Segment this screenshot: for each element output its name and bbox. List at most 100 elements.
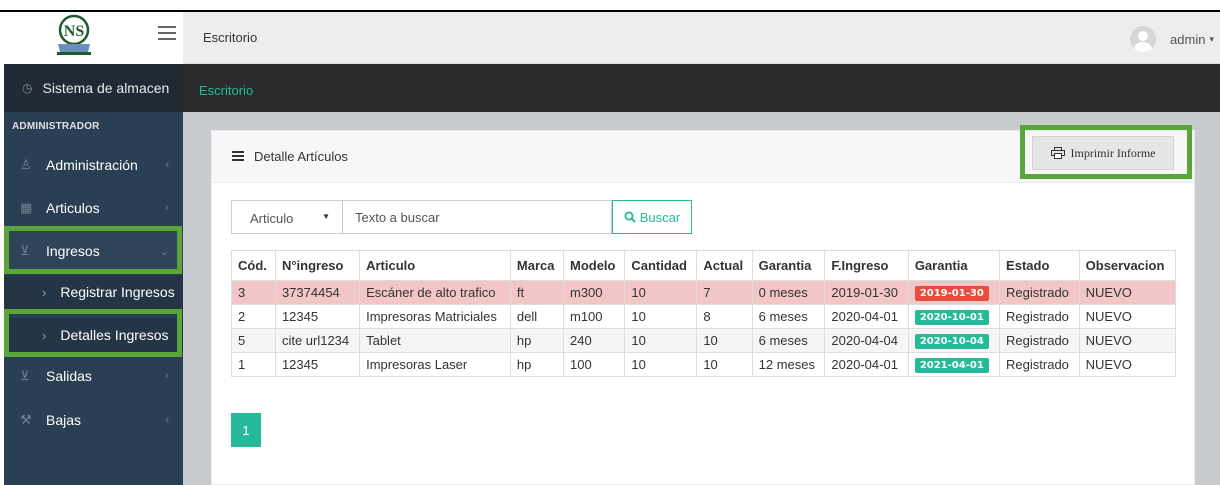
logo-area: NS	[4, 12, 183, 64]
printer-icon	[1050, 147, 1065, 159]
col-modelo: Modelo	[562, 250, 626, 281]
panel-header: Detalle Artículos Imprimir Informe	[212, 125, 1194, 183]
dashboard-icon: ◷	[22, 81, 33, 95]
warranty-badge: 2020-10-04	[914, 334, 989, 349]
table-cell: 240	[562, 328, 626, 353]
sidebar-subitem-registrar-ingresos[interactable]: › Registrar Ingresos	[4, 275, 183, 309]
wrench-icon: ⚒	[20, 412, 32, 427]
col-cantidad: Cantidad	[624, 250, 698, 281]
sidebar-brand-label: Sistema de almacen	[42, 80, 170, 96]
print-report-label: Imprimir Informe	[1070, 145, 1156, 160]
col-observacion: Observacion	[1078, 250, 1177, 281]
search-button-label: Buscar	[639, 209, 681, 225]
table-cell: Registrado	[999, 328, 1080, 353]
sidebar-section-label: ADMINISTRADOR	[12, 121, 100, 132]
search-button[interactable]: Buscar	[612, 200, 692, 234]
panel-title: Detalle Artículos	[232, 149, 348, 164]
search-field-select[interactable]: Articulo ▼	[231, 200, 343, 234]
top-strip	[0, 0, 1220, 12]
table-cell: NUEVO	[1078, 352, 1177, 377]
avatar	[1130, 26, 1157, 52]
table-cell: 2	[231, 304, 276, 329]
search-input[interactable]	[343, 200, 612, 234]
table-cell: hp	[509, 328, 564, 353]
chevron-left-icon: ‹	[165, 202, 169, 214]
detail-panel: Detalle Artículos Imprimir Informe Artic…	[211, 125, 1195, 485]
col-articulo: Articulo	[359, 250, 511, 281]
warranty-badge: 2019-01-30	[914, 286, 989, 301]
table-cell: 10	[624, 328, 698, 353]
table-cell: Registrado	[999, 352, 1080, 377]
table-cell: 10	[624, 352, 698, 377]
caret-down-icon: ▼	[322, 212, 330, 221]
breadcrumb-bar: Escritorio	[183, 64, 1220, 112]
table-row[interactable]: 5 cite url1234 Tablet hp 240 10 10 6 meses 2020-…	[231, 328, 1177, 353]
highlight-ingresos	[4, 226, 182, 274]
chevron-right-icon: ›	[42, 284, 47, 300]
table-cell: 2019-01-30	[907, 280, 1001, 305]
table-cell: 2020-10-04	[907, 328, 1001, 353]
table-cell: 10	[624, 280, 698, 305]
table-cell: dell	[509, 304, 564, 329]
highlight-detalles-ingresos	[4, 309, 182, 357]
caret-down-icon: ▾	[1209, 33, 1214, 44]
table-cell: m100	[562, 304, 626, 329]
top-header: Escritorio admin ▾	[183, 12, 1220, 64]
col-garantia-fecha: Garantia	[907, 250, 1001, 281]
table-cell: 12345	[274, 304, 361, 329]
table-cell: Escáner de alto trafico	[359, 280, 511, 305]
table-cell: 10	[624, 304, 698, 329]
table-cell: 12345	[274, 352, 361, 377]
table-cell: Tablet	[359, 328, 511, 353]
table-row[interactable]: 2 12345 Impresoras Matriciales dell m100 10 8 6…	[231, 304, 1177, 329]
sidebar-brand[interactable]: ◷ Sistema de almacen	[4, 64, 183, 112]
user-menu[interactable]: admin ▾	[1130, 26, 1214, 52]
table-icon: ▦	[20, 200, 33, 215]
sidebar-item-administracion[interactable]: ♙ Administración ‹	[4, 145, 183, 185]
users-icon: ♙	[20, 157, 32, 172]
warranty-badge: 2020-10-01	[914, 310, 989, 325]
header-breadcrumb[interactable]: Escritorio	[203, 30, 257, 45]
panel-title-text: Detalle Artículos	[254, 149, 348, 164]
col-codigo: Cód.	[231, 250, 276, 281]
table-row[interactable]: 1 12345 Impresoras Laser hp 100 10 10 12 meses 2…	[231, 352, 1177, 377]
col-estado: Estado	[999, 250, 1080, 281]
print-report-button[interactable]: Imprimir Informe	[1032, 136, 1174, 170]
sidebar-item-label: Administración	[46, 157, 138, 173]
pagination-page-1[interactable]: 1	[231, 413, 261, 447]
chevron-left-icon: ‹	[165, 159, 169, 171]
table-cell: 7	[696, 280, 753, 305]
table-cell: Registrado	[999, 280, 1080, 305]
table-cell: 1	[231, 352, 276, 377]
table-cell: Registrado	[999, 304, 1080, 329]
col-actual: Actual	[696, 250, 753, 281]
sidebar-item-bajas[interactable]: ⚒ Bajas ‹	[4, 400, 183, 440]
table-cell: NUEVO	[1078, 328, 1177, 353]
table-cell: cite url1234	[274, 328, 361, 353]
sidebar-item-articulos[interactable]: ▦ Articulos ‹	[4, 188, 183, 228]
table-header-row: Cód. N°ingreso Articulo Marca Modelo Can…	[231, 250, 1177, 281]
sidebar-item-label: Bajas	[46, 412, 82, 428]
table-cell: 2021-04-01	[907, 352, 1001, 377]
sidebar-item-salidas[interactable]: ⊻ Salidas ‹	[4, 356, 183, 396]
sidebar-item-label: Salidas	[46, 368, 92, 384]
chevron-left-icon: ‹	[165, 414, 169, 426]
table-cell: Impresoras Matriciales	[359, 304, 511, 329]
cart-icon: ⊻	[20, 368, 30, 383]
menu-toggle-icon[interactable]	[158, 26, 176, 42]
search-field-value: Articulo	[250, 211, 294, 226]
search-icon	[624, 211, 636, 223]
table-cell: 10	[696, 352, 753, 377]
list-icon	[232, 150, 244, 163]
table-cell: 37374454	[274, 280, 361, 305]
table-cell: 5	[231, 328, 276, 353]
table-cell: 8	[696, 304, 753, 329]
col-garantia: Garantia	[751, 250, 826, 281]
breadcrumb[interactable]: Escritorio	[199, 83, 253, 98]
table-cell: 100	[562, 352, 626, 377]
col-ningreso: N°ingreso	[274, 250, 361, 281]
table-cell: 6 meses	[751, 304, 826, 329]
table-cell: NUEVO	[1078, 304, 1177, 329]
table-cell: 2020-10-01	[907, 304, 1001, 329]
table-row[interactable]: 3 37374454 Escáner de alto trafico ft m300 10…	[231, 280, 1177, 305]
